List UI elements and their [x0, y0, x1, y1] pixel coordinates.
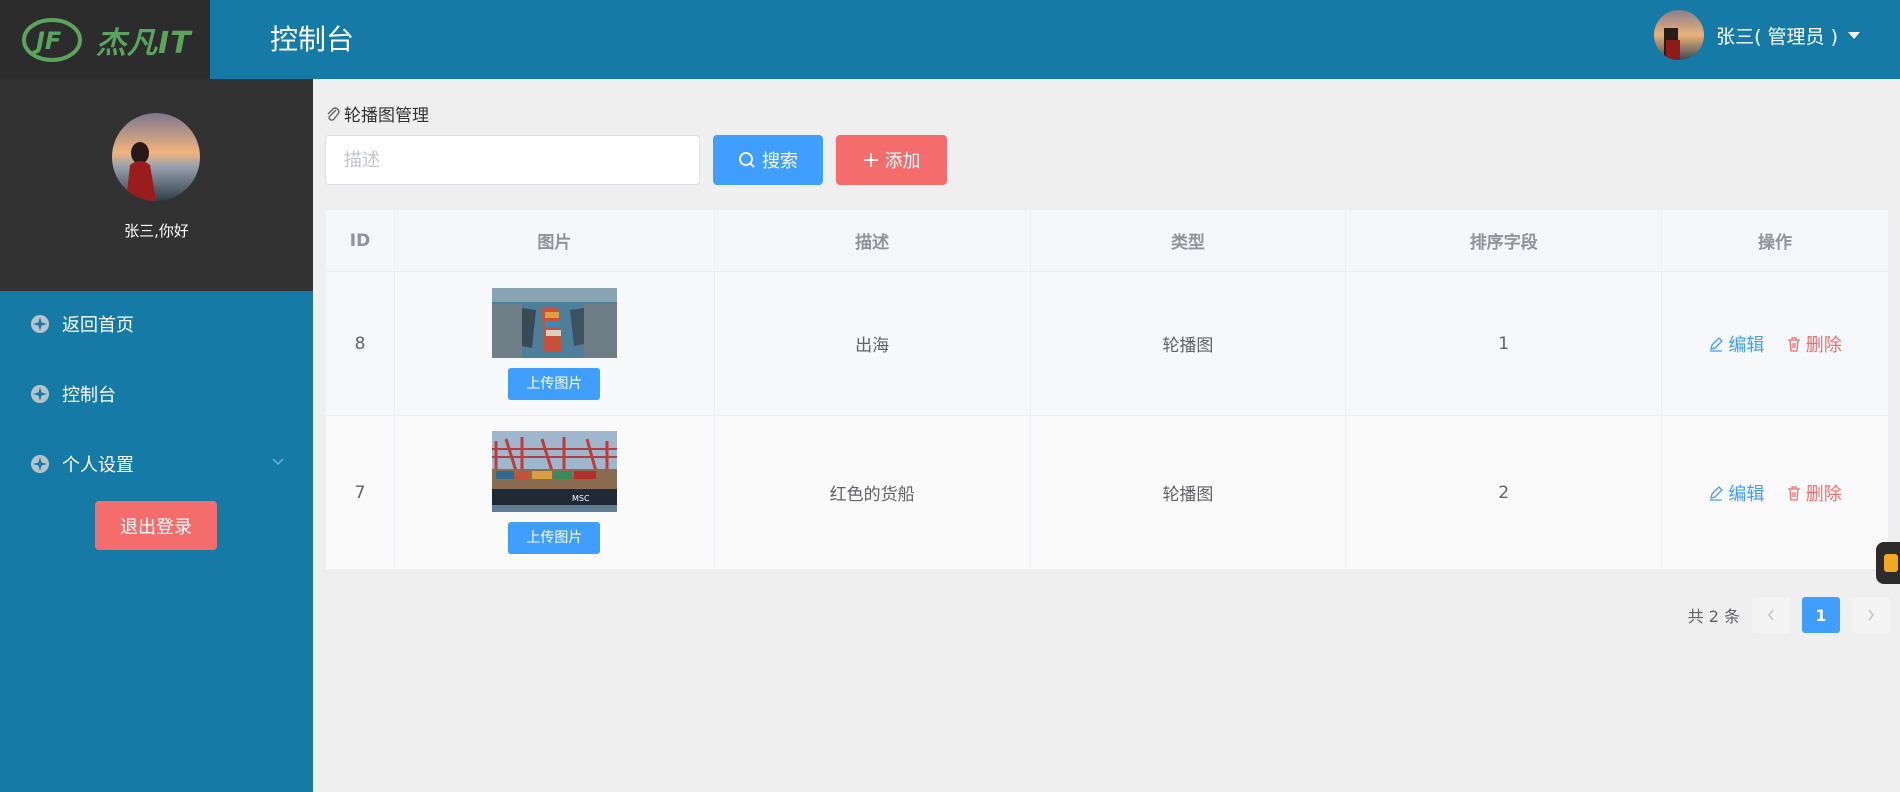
jf-logo-icon: JF — [22, 17, 82, 62]
carousel-thumbnail[interactable] — [491, 287, 617, 358]
upload-image-button[interactable]: 上传图片 — [508, 367, 601, 400]
search-input[interactable] — [325, 135, 700, 185]
pagination: 共 2 条 1 — [1688, 597, 1890, 633]
column-header: 图片 — [393, 209, 715, 272]
cell-actions: 编辑 删除 — [1661, 415, 1889, 570]
column-header: ID — [325, 209, 395, 272]
carousel-table: ID 图片 描述 类型 排序字段 操作 8 上传图片 出海 轮播图 1 编辑 删… — [325, 209, 1889, 570]
edit-label: 编辑 — [1728, 483, 1765, 505]
chevron-down-icon — [272, 458, 284, 466]
user-name: 张三( 管理员 ) — [1716, 25, 1838, 48]
column-header: 排序字段 — [1345, 209, 1663, 272]
delete-label: 删除 — [1805, 483, 1842, 505]
plus-icon — [863, 153, 878, 167]
edit-button[interactable]: 编辑 — [1708, 331, 1764, 357]
avatar — [112, 113, 200, 201]
search-button[interactable]: 搜索 — [713, 135, 823, 185]
prev-page-button[interactable] — [1752, 597, 1790, 633]
search-icon — [739, 152, 755, 168]
cell-description: 出海 — [713, 271, 1031, 416]
page-title: 控制台 — [270, 23, 355, 56]
cell-type: 轮播图 — [1029, 415, 1347, 570]
caret-down-icon — [1848, 31, 1860, 39]
cell-id: 8 — [325, 271, 395, 416]
upload-image-button[interactable]: 上传图片 — [508, 522, 601, 554]
carousel-thumbnail[interactable]: MSC — [491, 431, 617, 512]
trash-icon — [1787, 485, 1800, 501]
floating-tool-tab[interactable] — [1876, 542, 1900, 584]
add-button[interactable]: 添加 — [836, 135, 947, 185]
svg-text:MSC: MSC — [572, 494, 590, 503]
table-row: 8 上传图片 出海 轮播图 1 编辑 删除 — [325, 271, 1889, 416]
edit-label: 编辑 — [1728, 334, 1765, 356]
edit-icon — [1710, 485, 1724, 501]
cell-sort: 2 — [1345, 415, 1663, 570]
search-button-label: 搜索 — [762, 151, 798, 172]
add-button-label: 添加 — [884, 151, 921, 172]
column-header: 类型 — [1029, 209, 1347, 272]
column-header: 描述 — [713, 209, 1031, 272]
sidebar-item-home[interactable]: 返回首页 — [0, 299, 313, 349]
sidebar-item-label: 个人设置 — [62, 455, 134, 476]
chevron-right-icon — [1868, 609, 1875, 621]
sidebar-item-dashboard[interactable]: 控制台 — [0, 369, 313, 419]
breadcrumb-label: 轮播图管理 — [344, 106, 429, 126]
delete-label: 删除 — [1805, 334, 1842, 356]
sidebar-item-label: 返回首页 — [62, 315, 134, 336]
logo-area[interactable]: JF 杰凡IT — [0, 0, 210, 79]
pagination-total: 共 2 条 — [1687, 607, 1740, 626]
user-menu[interactable]: 张三( 管理员 ) — [1654, 10, 1860, 60]
clipboard-icon — [1884, 554, 1898, 572]
profile-panel: 张三,你好 — [0, 79, 313, 291]
edit-button[interactable]: 编辑 — [1708, 480, 1764, 506]
sidebar: 张三,你好 返回首页 控制台 个人设置 退出登录 — [0, 79, 313, 792]
top-header: JF 杰凡IT 控制台 张三( 管理员 ) — [0, 0, 1900, 79]
delete-button[interactable]: 删除 — [1786, 331, 1842, 357]
paperclip-icon — [327, 106, 340, 121]
table-header-row: ID 图片 描述 类型 排序字段 操作 — [325, 209, 1889, 272]
chevron-left-icon — [1767, 609, 1774, 621]
edit-icon — [1710, 336, 1724, 352]
logo-text: 杰凡IT — [96, 25, 192, 61]
sidebar-item-settings[interactable]: 个人设置 — [0, 439, 313, 489]
logout-button[interactable]: 退出登录 — [95, 501, 217, 550]
column-header: 操作 — [1661, 209, 1889, 272]
cell-sort: 1 — [1345, 271, 1663, 416]
page-number[interactable]: 1 — [1802, 597, 1840, 633]
cell-type: 轮播图 — [1029, 271, 1347, 416]
circle-menu-icon — [31, 315, 49, 333]
breadcrumb: 轮播图管理 — [326, 101, 429, 126]
cell-id: 7 — [325, 415, 395, 570]
circle-menu-icon — [31, 385, 49, 403]
trash-icon — [1787, 336, 1800, 352]
table-row: 7 MSC 上传图片 红色的货船 轮播图 2 编辑 删除 — [325, 415, 1889, 570]
svg-text:JF: JF — [32, 27, 62, 55]
cell-actions: 编辑 删除 — [1661, 271, 1889, 416]
cell-image: MSC 上传图片 — [393, 415, 715, 570]
avatar — [1654, 10, 1705, 60]
next-page-button[interactable] — [1852, 597, 1890, 633]
cell-description: 红色的货船 — [713, 415, 1031, 570]
cell-image: 上传图片 — [393, 271, 715, 416]
delete-button[interactable]: 删除 — [1786, 480, 1842, 506]
greeting-text: 张三,你好 — [124, 222, 189, 240]
sidebar-item-label: 控制台 — [62, 385, 116, 406]
circle-menu-icon — [31, 455, 49, 473]
